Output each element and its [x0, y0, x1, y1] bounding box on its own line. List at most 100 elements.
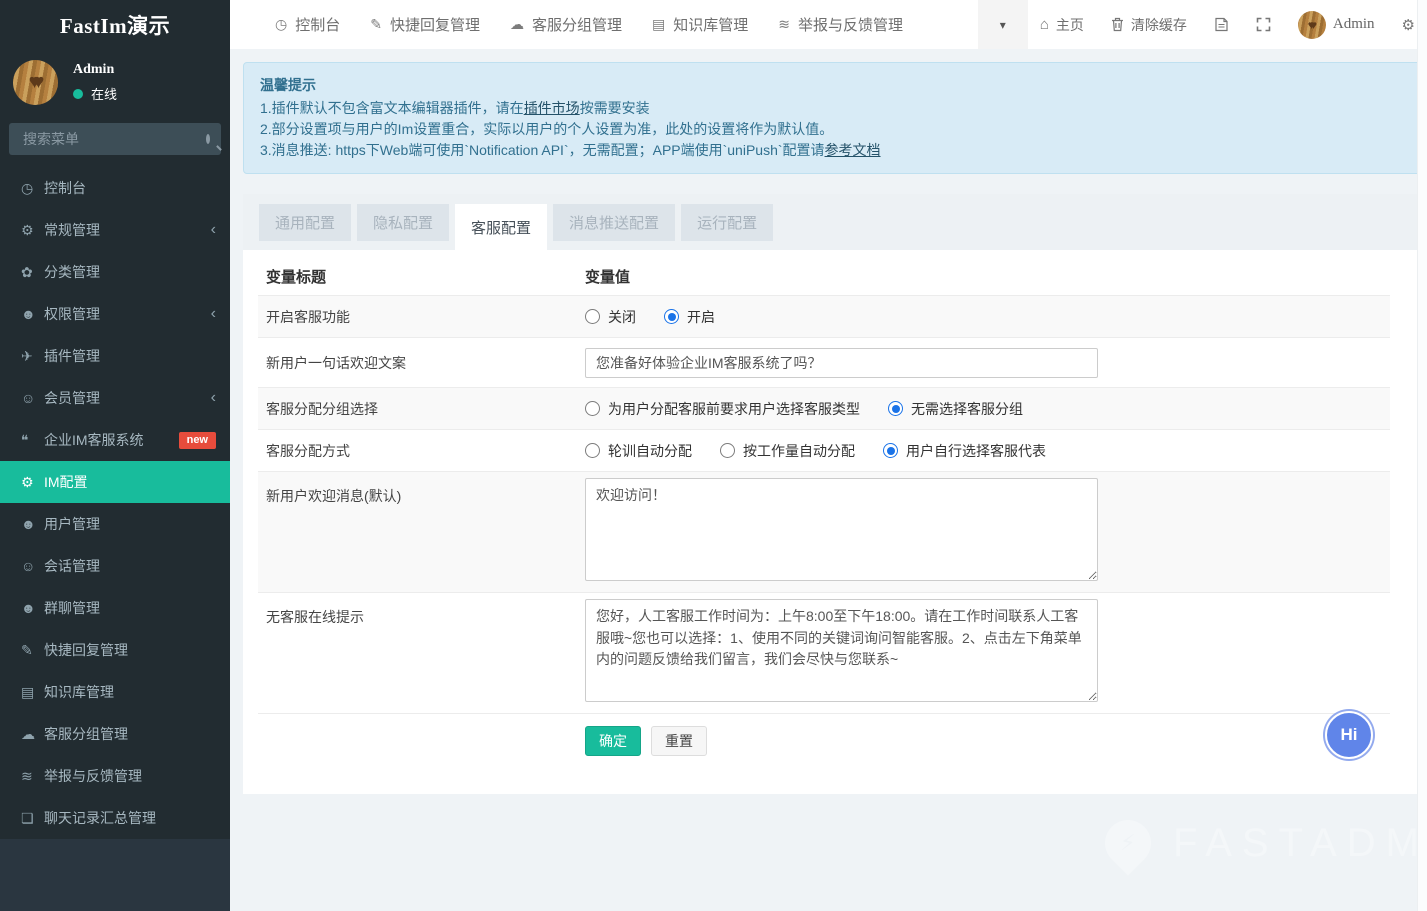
- sidebar-item-addon[interactable]: ✈ 插件管理: [0, 335, 230, 377]
- form-row: 客服分配分组选择 为用户分配客服前要求用户选择客服类型 无: [258, 387, 1390, 429]
- sidebar-item-report-feedback[interactable]: ≋ 举报与反馈管理: [0, 755, 230, 797]
- topbar-tab-dashboard[interactable]: ◷ 控制台: [260, 0, 355, 49]
- home-button[interactable]: ⌂ 主页: [1040, 15, 1084, 35]
- tab-push-config[interactable]: 消息推送配置: [553, 204, 675, 241]
- sidebar-item-member[interactable]: ☺ 会员管理 ‹: [0, 377, 230, 419]
- menu-search-input[interactable]: [21, 130, 206, 148]
- rss-icon: ≋: [21, 768, 44, 785]
- tab-runtime-config[interactable]: 运行配置: [681, 204, 773, 241]
- sidebar-item-chat-records[interactable]: ❏ 聊天记录汇总管理: [0, 797, 230, 839]
- book-icon: ▤: [21, 684, 44, 701]
- topbar-tab-service-group[interactable]: ☁ 客服分组管理: [495, 0, 637, 49]
- reset-button[interactable]: 重置: [651, 726, 707, 756]
- sidebar: FastIm演示 ♥♥ Admin 在线 ◷ 控制台: [0, 0, 230, 911]
- form-actions: 确定 重置: [258, 714, 1390, 756]
- radio-option-round-robin[interactable]: 轮训自动分配: [585, 441, 692, 461]
- app-window: FastIm演示 ♥♥ Admin 在线 ◷ 控制台: [0, 0, 1427, 911]
- user-name: Admin: [73, 62, 117, 78]
- docs-link[interactable]: 参考文档: [825, 142, 881, 158]
- sidebar-item-quick-reply[interactable]: ✎ 快捷回复管理: [0, 629, 230, 671]
- submit-button[interactable]: 确定: [585, 726, 641, 756]
- radio-icon[interactable]: [585, 401, 600, 416]
- form-row: 新用户欢迎消息(默认) 欢迎访问！: [258, 471, 1390, 592]
- file-text-icon: ❏: [21, 810, 44, 827]
- translate-icon: [1214, 17, 1229, 32]
- comment-icon: ❝: [21, 432, 44, 449]
- tabs-dropdown-button[interactable]: ▾: [978, 0, 1028, 49]
- radio-option-close[interactable]: 关闭: [585, 307, 636, 327]
- avatar[interactable]: ♥♥: [13, 60, 58, 105]
- pencil-icon: ✎: [21, 642, 44, 659]
- radio-icon[interactable]: [888, 401, 903, 416]
- sidebar-item-category[interactable]: ✿ 分类管理: [0, 251, 230, 293]
- topbar: ◷ 控制台 ✎ 快捷回复管理 ☁ 客服分组管理 ▤ 知识库管理 ≋ 举报与反: [230, 0, 1427, 49]
- field-label: 客服分配分组选择: [258, 389, 585, 429]
- search-icon[interactable]: [206, 134, 210, 144]
- sidebar-item-im-config[interactable]: ⚙ IM配置: [0, 461, 230, 503]
- topbar-tab-knowledge[interactable]: ▤ 知识库管理: [637, 0, 763, 49]
- sidebar-item-user-manage[interactable]: ☻ 用户管理: [0, 503, 230, 545]
- form-row: 开启客服功能 关闭 开启: [258, 295, 1390, 337]
- radio-icon[interactable]: [883, 443, 898, 458]
- radio-icon[interactable]: [585, 309, 600, 324]
- scrollbar-track[interactable]: [1417, 0, 1427, 911]
- user-status: 在线: [91, 84, 117, 103]
- topbar-tab-report-feedback[interactable]: ≋ 举报与反馈管理: [763, 0, 918, 49]
- pencil-icon: ✎: [370, 16, 382, 33]
- column-value: 变量值: [585, 258, 1390, 295]
- radio-icon[interactable]: [664, 309, 679, 324]
- field-label: 新用户一句话欢迎文案: [258, 343, 585, 383]
- users-icon: ☻: [21, 600, 44, 616]
- field-label: 无客服在线提示: [258, 593, 585, 637]
- gear-icon: ⚙: [1402, 16, 1415, 34]
- info-alert: 温馨提示 1.插件默认不包含富文本编辑器插件，请在插件市场按需要安装 2.部分设…: [243, 62, 1426, 174]
- field-label: 客服分配方式: [258, 431, 585, 471]
- settings-button[interactable]: ⚙: [1402, 16, 1415, 34]
- radio-icon[interactable]: [720, 443, 735, 458]
- hearts-icon: ♥♥: [35, 71, 37, 94]
- config-tabs: 通用配置 隐私配置 客服配置 消息推送配置 运行配置: [243, 194, 1426, 250]
- fullscreen-icon: [1256, 17, 1271, 32]
- content-area: 温馨提示 1.插件默认不包含富文本编辑器插件，请在插件市场按需要安装 2.部分设…: [230, 49, 1427, 911]
- sidebar-header: FastIm演示 ♥♥ Admin 在线: [0, 0, 230, 155]
- sidebar-item-service-group[interactable]: ☁ 客服分组管理: [0, 713, 230, 755]
- fullscreen-button[interactable]: [1256, 17, 1271, 32]
- sidebar-item-session-manage[interactable]: ☺ 会话管理: [0, 545, 230, 587]
- radio-option-user-choose[interactable]: 用户自行选择客服代表: [883, 441, 1046, 461]
- gears-icon: ⚙: [21, 222, 44, 239]
- menu-search: [9, 123, 221, 155]
- radio-option-require-type[interactable]: 为用户分配客服前要求用户选择客服类型: [585, 399, 860, 419]
- topbar-tab-quick-reply[interactable]: ✎ 快捷回复管理: [355, 0, 495, 49]
- tab-general-config[interactable]: 通用配置: [259, 204, 351, 241]
- sidebar-item-auth[interactable]: ☻ 权限管理 ‹: [0, 293, 230, 335]
- field-label: 开启客服功能: [258, 297, 585, 337]
- alert-line-1: 1.插件默认不包含富文本编辑器插件，请在插件市场按需要安装: [260, 98, 1409, 119]
- addon-market-link[interactable]: 插件市场: [524, 100, 580, 116]
- trash-icon: [1111, 17, 1124, 32]
- offline-tip-textarea[interactable]: 您好，人工客服工作时间为：上午8:00至下午18:00。请在工作时间联系人工客服…: [585, 599, 1098, 702]
- sidebar-item-im-system[interactable]: ❝ 企业IM客服系统 new: [0, 419, 230, 461]
- form-row: 客服分配方式 轮训自动分配 按工作量自动分配: [258, 429, 1390, 471]
- leaf-icon: ✿: [21, 264, 44, 281]
- radio-option-by-workload[interactable]: 按工作量自动分配: [720, 441, 855, 461]
- sidebar-item-general[interactable]: ⚙ 常规管理 ‹: [0, 209, 230, 251]
- welcome-text-input[interactable]: [585, 348, 1098, 378]
- sidebar-item-knowledge[interactable]: ▤ 知识库管理: [0, 671, 230, 713]
- rss-icon: ≋: [778, 16, 790, 33]
- clear-cache-button[interactable]: 清除缓存: [1111, 15, 1187, 35]
- new-badge: new: [179, 432, 216, 449]
- tab-privacy-config[interactable]: 隐私配置: [357, 204, 449, 241]
- welcome-message-textarea[interactable]: 欢迎访问！: [585, 478, 1098, 581]
- radio-option-no-group[interactable]: 无需选择客服分组: [888, 399, 1023, 419]
- chat-fab-button[interactable]: Hi: [1325, 711, 1373, 759]
- users-icon: ☻: [21, 516, 44, 532]
- language-button[interactable]: [1214, 17, 1229, 32]
- radio-icon[interactable]: [585, 443, 600, 458]
- sidebar-item-group-chat[interactable]: ☻ 群聊管理: [0, 587, 230, 629]
- member-icon: ☺: [21, 390, 44, 406]
- tab-service-config[interactable]: 客服配置: [455, 204, 547, 250]
- dashboard-icon: ◷: [275, 16, 287, 33]
- radio-option-open[interactable]: 开启: [664, 307, 715, 327]
- topbar-user-menu[interactable]: ♥♥ Admin: [1298, 11, 1375, 39]
- sidebar-item-dashboard[interactable]: ◷ 控制台: [0, 167, 230, 209]
